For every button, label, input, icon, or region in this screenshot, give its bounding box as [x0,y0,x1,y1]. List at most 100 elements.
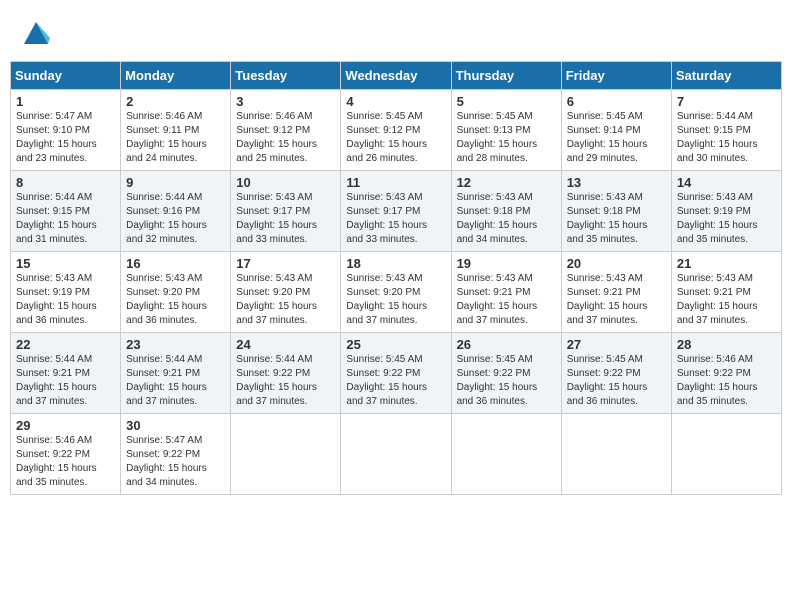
calendar-cell: 21Sunrise: 5:43 AMSunset: 9:21 PMDayligh… [671,252,781,333]
day-of-week-header: Monday [121,62,231,90]
calendar-cell: 13Sunrise: 5:43 AMSunset: 9:18 PMDayligh… [561,171,671,252]
day-number: 30 [126,418,225,433]
day-info: Sunrise: 5:43 AMSunset: 9:18 PMDaylight:… [567,191,666,247]
logo-icon [22,18,50,46]
calendar-cell: 8Sunrise: 5:44 AMSunset: 9:15 PMDaylight… [11,171,121,252]
day-number: 1 [16,94,115,109]
calendar-week-row: 8Sunrise: 5:44 AMSunset: 9:15 PMDaylight… [11,171,782,252]
day-number: 21 [677,256,776,271]
day-info: Sunrise: 5:46 AMSunset: 9:22 PMDaylight:… [16,434,115,490]
calendar-week-row: 22Sunrise: 5:44 AMSunset: 9:21 PMDayligh… [11,333,782,414]
calendar-cell: 10Sunrise: 5:43 AMSunset: 9:17 PMDayligh… [231,171,341,252]
day-info: Sunrise: 5:45 AMSunset: 9:22 PMDaylight:… [346,353,445,409]
calendar-cell: 14Sunrise: 5:43 AMSunset: 9:19 PMDayligh… [671,171,781,252]
calendar-cell [671,414,781,495]
day-number: 9 [126,175,225,190]
day-number: 3 [236,94,335,109]
calendar-cell: 20Sunrise: 5:43 AMSunset: 9:21 PMDayligh… [561,252,671,333]
day-number: 27 [567,337,666,352]
day-number: 12 [457,175,556,190]
day-info: Sunrise: 5:43 AMSunset: 9:17 PMDaylight:… [236,191,335,247]
calendar-cell: 7Sunrise: 5:44 AMSunset: 9:15 PMDaylight… [671,90,781,171]
calendar-cell: 4Sunrise: 5:45 AMSunset: 9:12 PMDaylight… [341,90,451,171]
day-number: 28 [677,337,776,352]
day-of-week-header: Saturday [671,62,781,90]
day-info: Sunrise: 5:43 AMSunset: 9:21 PMDaylight:… [567,272,666,328]
day-number: 2 [126,94,225,109]
day-number: 29 [16,418,115,433]
calendar-cell: 24Sunrise: 5:44 AMSunset: 9:22 PMDayligh… [231,333,341,414]
calendar-cell: 23Sunrise: 5:44 AMSunset: 9:21 PMDayligh… [121,333,231,414]
day-number: 6 [567,94,666,109]
day-of-week-header: Thursday [451,62,561,90]
calendar-cell: 2Sunrise: 5:46 AMSunset: 9:11 PMDaylight… [121,90,231,171]
day-info: Sunrise: 5:45 AMSunset: 9:22 PMDaylight:… [567,353,666,409]
calendar-cell [561,414,671,495]
day-number: 23 [126,337,225,352]
day-of-week-header: Wednesday [341,62,451,90]
day-number: 24 [236,337,335,352]
day-info: Sunrise: 5:46 AMSunset: 9:11 PMDaylight:… [126,110,225,166]
header [10,10,782,55]
day-number: 11 [346,175,445,190]
day-info: Sunrise: 5:43 AMSunset: 9:20 PMDaylight:… [236,272,335,328]
day-number: 8 [16,175,115,190]
day-info: Sunrise: 5:43 AMSunset: 9:21 PMDaylight:… [457,272,556,328]
day-info: Sunrise: 5:47 AMSunset: 9:22 PMDaylight:… [126,434,225,490]
day-number: 25 [346,337,445,352]
day-number: 19 [457,256,556,271]
calendar-cell: 19Sunrise: 5:43 AMSunset: 9:21 PMDayligh… [451,252,561,333]
calendar-cell: 25Sunrise: 5:45 AMSunset: 9:22 PMDayligh… [341,333,451,414]
day-number: 22 [16,337,115,352]
calendar-cell: 28Sunrise: 5:46 AMSunset: 9:22 PMDayligh… [671,333,781,414]
day-info: Sunrise: 5:45 AMSunset: 9:14 PMDaylight:… [567,110,666,166]
logo [20,18,50,51]
calendar-cell: 3Sunrise: 5:46 AMSunset: 9:12 PMDaylight… [231,90,341,171]
calendar-cell: 9Sunrise: 5:44 AMSunset: 9:16 PMDaylight… [121,171,231,252]
day-number: 20 [567,256,666,271]
day-info: Sunrise: 5:43 AMSunset: 9:20 PMDaylight:… [346,272,445,328]
day-number: 14 [677,175,776,190]
day-info: Sunrise: 5:45 AMSunset: 9:12 PMDaylight:… [346,110,445,166]
day-info: Sunrise: 5:43 AMSunset: 9:20 PMDaylight:… [126,272,225,328]
calendar-cell: 30Sunrise: 5:47 AMSunset: 9:22 PMDayligh… [121,414,231,495]
calendar: SundayMondayTuesdayWednesdayThursdayFrid… [10,61,782,495]
calendar-cell: 15Sunrise: 5:43 AMSunset: 9:19 PMDayligh… [11,252,121,333]
calendar-cell: 11Sunrise: 5:43 AMSunset: 9:17 PMDayligh… [341,171,451,252]
day-number: 13 [567,175,666,190]
day-info: Sunrise: 5:44 AMSunset: 9:15 PMDaylight:… [16,191,115,247]
calendar-cell: 5Sunrise: 5:45 AMSunset: 9:13 PMDaylight… [451,90,561,171]
day-info: Sunrise: 5:44 AMSunset: 9:21 PMDaylight:… [16,353,115,409]
day-info: Sunrise: 5:45 AMSunset: 9:22 PMDaylight:… [457,353,556,409]
calendar-body: 1Sunrise: 5:47 AMSunset: 9:10 PMDaylight… [11,90,782,495]
calendar-cell [341,414,451,495]
calendar-cell: 17Sunrise: 5:43 AMSunset: 9:20 PMDayligh… [231,252,341,333]
day-number: 15 [16,256,115,271]
day-info: Sunrise: 5:43 AMSunset: 9:17 PMDaylight:… [346,191,445,247]
calendar-cell: 22Sunrise: 5:44 AMSunset: 9:21 PMDayligh… [11,333,121,414]
day-number: 16 [126,256,225,271]
calendar-cell: 12Sunrise: 5:43 AMSunset: 9:18 PMDayligh… [451,171,561,252]
day-info: Sunrise: 5:43 AMSunset: 9:19 PMDaylight:… [16,272,115,328]
day-info: Sunrise: 5:44 AMSunset: 9:21 PMDaylight:… [126,353,225,409]
day-number: 10 [236,175,335,190]
day-of-week-header: Tuesday [231,62,341,90]
calendar-cell: 1Sunrise: 5:47 AMSunset: 9:10 PMDaylight… [11,90,121,171]
calendar-week-row: 29Sunrise: 5:46 AMSunset: 9:22 PMDayligh… [11,414,782,495]
calendar-cell: 29Sunrise: 5:46 AMSunset: 9:22 PMDayligh… [11,414,121,495]
day-number: 18 [346,256,445,271]
day-info: Sunrise: 5:44 AMSunset: 9:22 PMDaylight:… [236,353,335,409]
day-number: 4 [346,94,445,109]
day-info: Sunrise: 5:43 AMSunset: 9:19 PMDaylight:… [677,191,776,247]
calendar-cell: 16Sunrise: 5:43 AMSunset: 9:20 PMDayligh… [121,252,231,333]
calendar-cell: 6Sunrise: 5:45 AMSunset: 9:14 PMDaylight… [561,90,671,171]
day-number: 17 [236,256,335,271]
day-of-week-header: Sunday [11,62,121,90]
day-info: Sunrise: 5:44 AMSunset: 9:15 PMDaylight:… [677,110,776,166]
calendar-cell [231,414,341,495]
day-info: Sunrise: 5:47 AMSunset: 9:10 PMDaylight:… [16,110,115,166]
day-info: Sunrise: 5:46 AMSunset: 9:22 PMDaylight:… [677,353,776,409]
day-number: 7 [677,94,776,109]
day-info: Sunrise: 5:43 AMSunset: 9:21 PMDaylight:… [677,272,776,328]
day-of-week-header: Friday [561,62,671,90]
